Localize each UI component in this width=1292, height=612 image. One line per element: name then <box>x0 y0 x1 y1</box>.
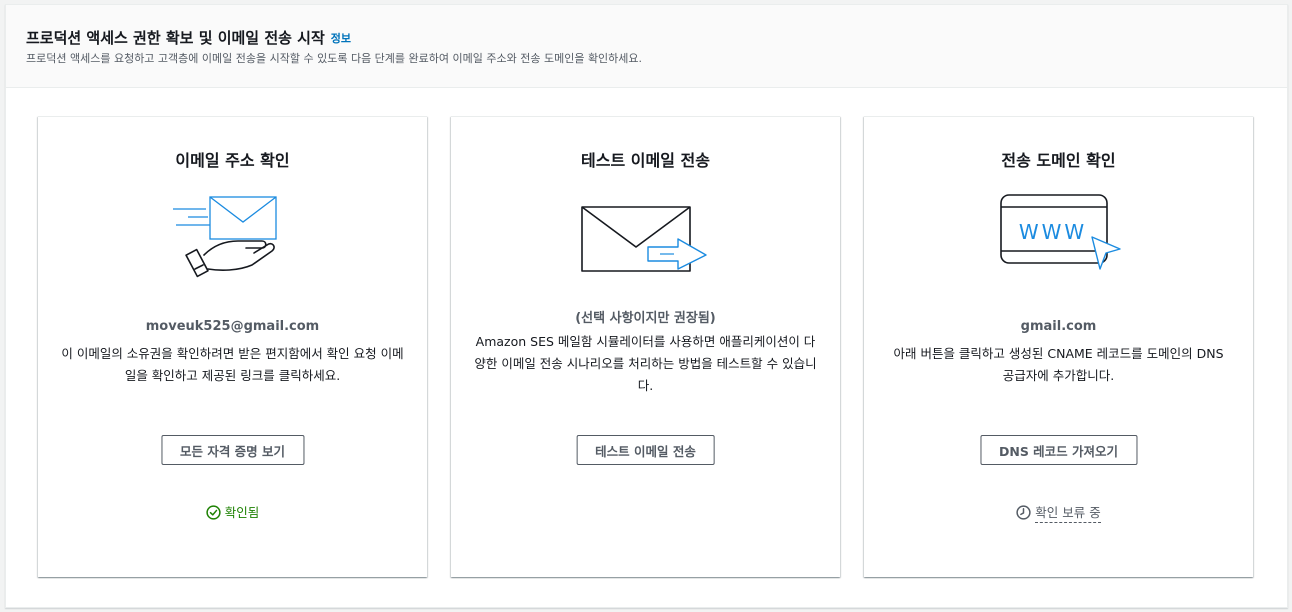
panel-header: 프로덕션 액세스 권한 확보 및 이메일 전송 시작 정보 프로덕션 액세스를 요… <box>6 5 1287 88</box>
page-description: 프로덕션 액세스를 요청하고 고객층에 이메일 전송을 시작할 수 있도록 다음… <box>26 52 643 65</box>
verify-email-card: 이메일 주소 확인 moveuk525@gmail.com 이 이메일의 소유권… <box>38 116 427 577</box>
card-title: 테스트 이메일 전송 <box>581 151 710 170</box>
status-text: 확인됨 <box>224 505 260 520</box>
info-link[interactable]: 정보 <box>331 30 351 46</box>
card-title: 전송 도메인 확인 <box>1001 151 1116 170</box>
card-description: 아래 버튼을 클릭하고 생성된 CNAME 레코드를 도메인의 DNS 공급자에… <box>893 346 1224 383</box>
email-address: moveuk525@gmail.com <box>145 319 320 334</box>
get-started-panel: 프로덕션 액세스 권한 확보 및 이메일 전송 시작 정보 프로덕션 액세스를 요… <box>5 4 1288 608</box>
verify-domain-card: 전송 도메인 확인 WWW gmail.com 아래 버튼을 클릭하고 생성된 … <box>864 116 1253 577</box>
www-label: WWW <box>1018 220 1086 244</box>
card-title: 이메일 주소 확인 <box>175 151 290 170</box>
view-all-identities-button[interactable]: 모든 자격 증명 보기 <box>160 435 305 465</box>
get-dns-records-button[interactable]: DNS 레코드 가져오기 <box>979 435 1138 465</box>
card-description: 이 이메일의 소유권을 확인하려면 받은 편지함에서 확인 요청 이메일을 확인… <box>61 346 404 383</box>
pending-status[interactable]: 확인 보류 중 <box>864 502 1253 523</box>
send-test-email-card: 테스트 이메일 전송 (선택 사항이지만 권장됨) Amazon SES 메일함… <box>451 116 840 577</box>
page-title-text: 프로덕션 액세스 권한 확보 및 이메일 전송 시작 <box>26 29 325 47</box>
status-text: 확인 보류 중 <box>1035 505 1101 523</box>
hand-envelope-icon <box>38 189 427 289</box>
card-description: Amazon SES 메일함 시뮬레이터를 사용하면 애플리케이션이 다양한 이… <box>474 334 817 393</box>
clock-icon <box>1016 505 1031 523</box>
optional-label: (선택 사항이지만 권장됨) <box>575 311 716 326</box>
send-test-email-button[interactable]: 테스트 이메일 전송 <box>576 435 715 465</box>
browser-cursor-icon: WWW <box>864 189 1253 289</box>
envelope-arrow-icon <box>451 189 840 289</box>
check-circle-icon <box>206 505 221 523</box>
domain-name: gmail.com <box>1020 319 1097 334</box>
page-title: 프로덕션 액세스 권한 확보 및 이메일 전송 시작 정보 <box>26 27 351 48</box>
verified-status: 확인됨 <box>38 502 427 523</box>
